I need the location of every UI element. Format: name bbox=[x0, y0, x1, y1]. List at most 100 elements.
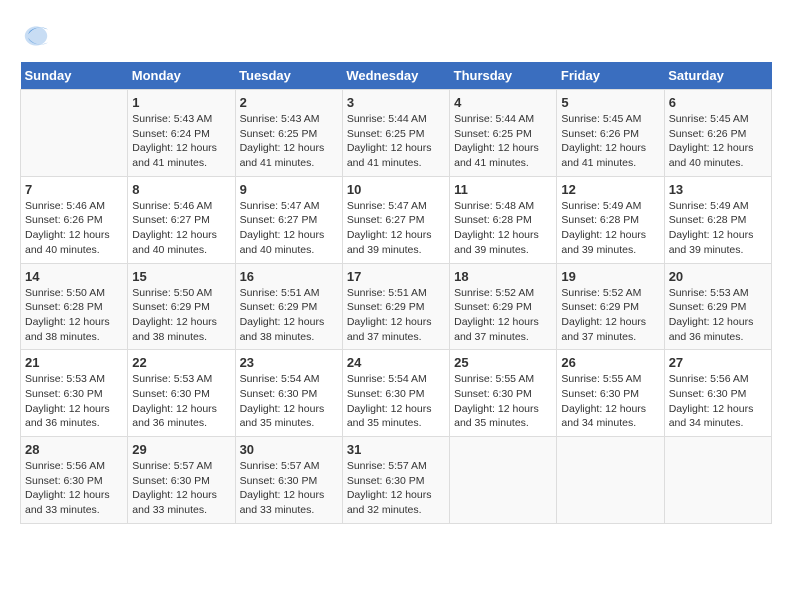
calendar-cell: 1Sunrise: 5:43 AMSunset: 6:24 PMDaylight… bbox=[128, 90, 235, 177]
day-info: Sunrise: 5:56 AMSunset: 6:30 PMDaylight:… bbox=[25, 459, 123, 518]
day-number: 22 bbox=[132, 355, 230, 370]
day-number: 6 bbox=[669, 95, 767, 110]
day-info: Sunrise: 5:46 AMSunset: 6:26 PMDaylight:… bbox=[25, 199, 123, 258]
day-number: 9 bbox=[240, 182, 338, 197]
calendar-cell: 22Sunrise: 5:53 AMSunset: 6:30 PMDayligh… bbox=[128, 350, 235, 437]
weekday-header-tuesday: Tuesday bbox=[235, 62, 342, 90]
calendar-cell: 15Sunrise: 5:50 AMSunset: 6:29 PMDayligh… bbox=[128, 263, 235, 350]
calendar-cell: 17 Sunrise: 5:51 AMSunset: 6:29 PMDayligh… bbox=[342, 263, 449, 350]
day-info: Sunrise: 5:45 AMSunset: 6:26 PMDaylight:… bbox=[561, 112, 659, 171]
day-info: Sunrise: 5:44 AMSunset: 6:25 PMDaylight:… bbox=[347, 112, 445, 171]
day-number: 13 bbox=[669, 182, 767, 197]
day-number: 3 bbox=[347, 95, 445, 110]
day-info: Sunrise: 5:51 AMSunset: 6:29 PMDaylight:… bbox=[347, 286, 445, 345]
calendar-cell: 6 Sunrise: 5:45 AMSunset: 6:26 PMDaylight… bbox=[664, 90, 771, 177]
day-number: 26 bbox=[561, 355, 659, 370]
day-number: 28 bbox=[25, 442, 123, 457]
page-header bbox=[20, 20, 772, 52]
calendar-cell bbox=[557, 437, 664, 524]
day-info: Sunrise: 5:57 AMSunset: 6:30 PMDaylight:… bbox=[347, 459, 445, 518]
day-info: Sunrise: 5:52 AMSunset: 6:29 PMDaylight:… bbox=[561, 286, 659, 345]
calendar-cell: 29Sunrise: 5:57 AMSunset: 6:30 PMDayligh… bbox=[128, 437, 235, 524]
calendar-cell bbox=[664, 437, 771, 524]
day-info: Sunrise: 5:43 AMSunset: 6:25 PMDaylight:… bbox=[240, 112, 338, 171]
calendar-cell: 7 Sunrise: 5:46 AMSunset: 6:26 PMDaylight… bbox=[21, 176, 128, 263]
day-number: 18 bbox=[454, 269, 552, 284]
calendar-week-row: 14 Sunrise: 5:50 AMSunset: 6:28 PMDayligh… bbox=[21, 263, 772, 350]
calendar-cell bbox=[450, 437, 557, 524]
day-number: 20 bbox=[669, 269, 767, 284]
weekday-header-monday: Monday bbox=[128, 62, 235, 90]
calendar-cell: 11 Sunrise: 5:48 AMSunset: 6:28 PMDayligh… bbox=[450, 176, 557, 263]
calendar-cell: 18 Sunrise: 5:52 AMSunset: 6:29 PMDayligh… bbox=[450, 263, 557, 350]
day-number: 27 bbox=[669, 355, 767, 370]
calendar-cell: 16 Sunrise: 5:51 AMSunset: 6:29 PMDayligh… bbox=[235, 263, 342, 350]
day-number: 5 bbox=[561, 95, 659, 110]
day-info: Sunrise: 5:56 AMSunset: 6:30 PMDaylight:… bbox=[669, 372, 767, 431]
day-number: 11 bbox=[454, 182, 552, 197]
calendar-cell: 14 Sunrise: 5:50 AMSunset: 6:28 PMDayligh… bbox=[21, 263, 128, 350]
weekday-header-wednesday: Wednesday bbox=[342, 62, 449, 90]
day-number: 7 bbox=[25, 182, 123, 197]
day-info: Sunrise: 5:54 AMSunset: 6:30 PMDaylight:… bbox=[347, 372, 445, 431]
calendar-cell: 13Sunrise: 5:49 AMSunset: 6:28 PMDayligh… bbox=[664, 176, 771, 263]
calendar-cell: 10Sunrise: 5:47 AMSunset: 6:27 PMDayligh… bbox=[342, 176, 449, 263]
calendar-cell: 24 Sunrise: 5:54 AMSunset: 6:30 PMDayligh… bbox=[342, 350, 449, 437]
calendar-cell: 28 Sunrise: 5:56 AMSunset: 6:30 PMDayligh… bbox=[21, 437, 128, 524]
day-info: Sunrise: 5:52 AMSunset: 6:29 PMDaylight:… bbox=[454, 286, 552, 345]
day-number: 2 bbox=[240, 95, 338, 110]
day-info: Sunrise: 5:55 AMSunset: 6:30 PMDaylight:… bbox=[454, 372, 552, 431]
day-info: Sunrise: 5:54 AMSunset: 6:30 PMDaylight:… bbox=[240, 372, 338, 431]
day-number: 1 bbox=[132, 95, 230, 110]
weekday-header-row: SundayMondayTuesdayWednesdayThursdayFrid… bbox=[21, 62, 772, 90]
day-info: Sunrise: 5:57 AMSunset: 6:30 PMDaylight:… bbox=[132, 459, 230, 518]
day-number: 4 bbox=[454, 95, 552, 110]
day-number: 21 bbox=[25, 355, 123, 370]
calendar-cell: 4 Sunrise: 5:44 AMSunset: 6:25 PMDaylight… bbox=[450, 90, 557, 177]
weekday-header-thursday: Thursday bbox=[450, 62, 557, 90]
day-number: 12 bbox=[561, 182, 659, 197]
day-info: Sunrise: 5:45 AMSunset: 6:26 PMDaylight:… bbox=[669, 112, 767, 171]
calendar-week-row: 28 Sunrise: 5:56 AMSunset: 6:30 PMDayligh… bbox=[21, 437, 772, 524]
day-number: 30 bbox=[240, 442, 338, 457]
day-info: Sunrise: 5:57 AMSunset: 6:30 PMDaylight:… bbox=[240, 459, 338, 518]
day-info: Sunrise: 5:46 AMSunset: 6:27 PMDaylight:… bbox=[132, 199, 230, 258]
calendar-week-row: 1Sunrise: 5:43 AMSunset: 6:24 PMDaylight… bbox=[21, 90, 772, 177]
calendar-week-row: 21 Sunrise: 5:53 AMSunset: 6:30 PMDayligh… bbox=[21, 350, 772, 437]
day-number: 24 bbox=[347, 355, 445, 370]
calendar-cell: 5 Sunrise: 5:45 AMSunset: 6:26 PMDaylight… bbox=[557, 90, 664, 177]
logo-icon bbox=[20, 20, 52, 52]
weekday-header-friday: Friday bbox=[557, 62, 664, 90]
weekday-header-sunday: Sunday bbox=[21, 62, 128, 90]
day-number: 31 bbox=[347, 442, 445, 457]
day-number: 14 bbox=[25, 269, 123, 284]
calendar-cell: 21 Sunrise: 5:53 AMSunset: 6:30 PMDayligh… bbox=[21, 350, 128, 437]
calendar-cell: 20 Sunrise: 5:53 AMSunset: 6:29 PMDayligh… bbox=[664, 263, 771, 350]
calendar-cell bbox=[21, 90, 128, 177]
calendar-cell: 9 Sunrise: 5:47 AMSunset: 6:27 PMDaylight… bbox=[235, 176, 342, 263]
day-number: 16 bbox=[240, 269, 338, 284]
calendar-cell: 30 Sunrise: 5:57 AMSunset: 6:30 PMDayligh… bbox=[235, 437, 342, 524]
day-info: Sunrise: 5:50 AMSunset: 6:28 PMDaylight:… bbox=[25, 286, 123, 345]
day-number: 17 bbox=[347, 269, 445, 284]
day-number: 15 bbox=[132, 269, 230, 284]
day-number: 23 bbox=[240, 355, 338, 370]
calendar-cell: 19 Sunrise: 5:52 AMSunset: 6:29 PMDayligh… bbox=[557, 263, 664, 350]
calendar-cell: 23 Sunrise: 5:54 AMSunset: 6:30 PMDayligh… bbox=[235, 350, 342, 437]
calendar-cell: 3 Sunrise: 5:44 AMSunset: 6:25 PMDaylight… bbox=[342, 90, 449, 177]
day-info: Sunrise: 5:53 AMSunset: 6:30 PMDaylight:… bbox=[25, 372, 123, 431]
day-number: 10 bbox=[347, 182, 445, 197]
logo bbox=[20, 20, 56, 52]
day-info: Sunrise: 5:53 AMSunset: 6:29 PMDaylight:… bbox=[669, 286, 767, 345]
calendar-cell: 8Sunrise: 5:46 AMSunset: 6:27 PMDaylight… bbox=[128, 176, 235, 263]
calendar-table: SundayMondayTuesdayWednesdayThursdayFrid… bbox=[20, 62, 772, 524]
day-info: Sunrise: 5:47 AMSunset: 6:27 PMDaylight:… bbox=[240, 199, 338, 258]
day-number: 19 bbox=[561, 269, 659, 284]
weekday-header-saturday: Saturday bbox=[664, 62, 771, 90]
calendar-cell: 27 Sunrise: 5:56 AMSunset: 6:30 PMDayligh… bbox=[664, 350, 771, 437]
day-info: Sunrise: 5:44 AMSunset: 6:25 PMDaylight:… bbox=[454, 112, 552, 171]
calendar-week-row: 7 Sunrise: 5:46 AMSunset: 6:26 PMDaylight… bbox=[21, 176, 772, 263]
day-info: Sunrise: 5:48 AMSunset: 6:28 PMDaylight:… bbox=[454, 199, 552, 258]
day-info: Sunrise: 5:51 AMSunset: 6:29 PMDaylight:… bbox=[240, 286, 338, 345]
calendar-cell: 12Sunrise: 5:49 AMSunset: 6:28 PMDayligh… bbox=[557, 176, 664, 263]
